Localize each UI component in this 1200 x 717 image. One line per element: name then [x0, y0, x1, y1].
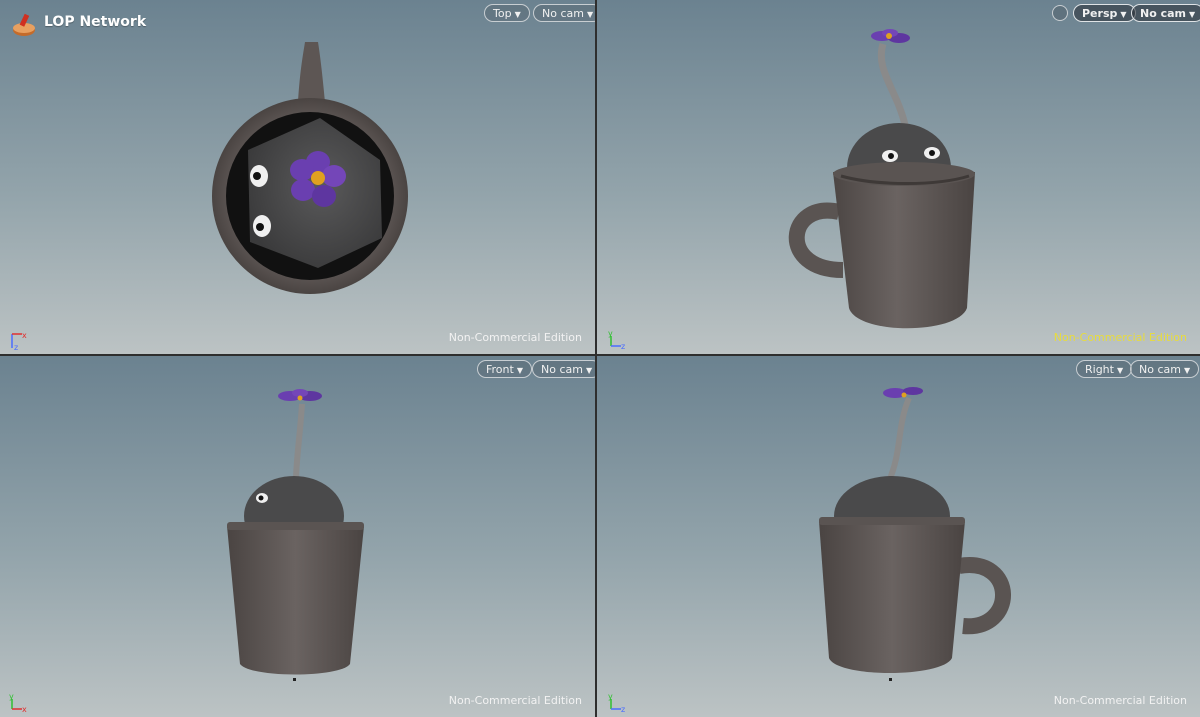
- front-view-scene[interactable]: [0, 356, 597, 717]
- mug-handle-persp: [788, 202, 844, 278]
- svg-text:y: y: [608, 330, 613, 338]
- axes-gizmo-icon: x z: [11, 331, 27, 352]
- flower-stem: [886, 396, 912, 483]
- axes-gizmo-icon: y z: [608, 693, 625, 714]
- persp-view-scene[interactable]: [597, 0, 1200, 356]
- viewport-top[interactable]: LOP Network Top ▼ No cam ▼ x z Non-Commerc…: [0, 0, 597, 356]
- flower-front: [278, 389, 322, 401]
- svg-text:y: y: [9, 693, 14, 701]
- axes-gizmo-icon: y x: [9, 693, 27, 714]
- mug-body-front: [227, 526, 364, 675]
- edition-watermark: Non-Commercial Edition: [1053, 694, 1187, 707]
- view-menu-right[interactable]: Right ▼: [1076, 360, 1133, 378]
- camera-menu-right[interactable]: No cam ▼: [1130, 360, 1200, 378]
- top-view-scene[interactable]: [0, 0, 597, 356]
- camera-menu-front[interactable]: No cam ▼: [532, 360, 595, 378]
- mug-body-persp: [833, 172, 975, 329]
- flower-stem: [877, 42, 909, 126]
- right-view-scene[interactable]: [597, 356, 1200, 717]
- camera-menu-persp[interactable]: No cam ▼: [1131, 4, 1200, 22]
- flower-persp: [871, 29, 910, 43]
- viewport-right[interactable]: Right ▼ No cam ▼ y z Non-Commercial Editio…: [597, 356, 1200, 717]
- svg-text:z: z: [621, 705, 625, 714]
- flower-right: [883, 387, 923, 398]
- view-menu-front[interactable]: Front ▼: [477, 360, 532, 378]
- svg-text:y: y: [608, 693, 613, 701]
- view-menu-top[interactable]: Top ▼: [484, 4, 530, 22]
- mug-handle-right: [957, 557, 1011, 635]
- lop-network-icon[interactable]: [11, 12, 37, 38]
- camera-menu-top[interactable]: No cam ▼: [533, 4, 595, 22]
- viewport-persp[interactable]: Persp ▼ No cam ▼ y z Non-Commercial Editio…: [597, 0, 1200, 356]
- flower-stem: [293, 403, 305, 482]
- lock-icon[interactable]: [1052, 5, 1068, 21]
- svg-text:x: x: [22, 705, 27, 714]
- mug-handle-top: [298, 42, 325, 102]
- view-menu-persp[interactable]: Persp ▼: [1073, 4, 1136, 22]
- viewport-grid: LOP Network Top ▼ No cam ▼ x z Non-Commerc…: [0, 0, 1200, 717]
- svg-text:x: x: [22, 331, 27, 340]
- svg-text:z: z: [14, 343, 18, 352]
- edition-watermark: Non-Commercial Edition: [448, 331, 582, 344]
- mug-body-right: [819, 521, 965, 673]
- axes-gizmo-icon: y z: [608, 330, 625, 351]
- viewport-front[interactable]: Front ▼ No cam ▼ y x Non-Commercial Editio…: [0, 356, 597, 717]
- svg-text:z: z: [621, 342, 625, 351]
- edition-watermark: Non-Commercial Edition: [448, 694, 582, 707]
- network-title: LOP Network: [44, 14, 147, 30]
- edition-watermark: Non-Commercial Edition: [1053, 331, 1187, 344]
